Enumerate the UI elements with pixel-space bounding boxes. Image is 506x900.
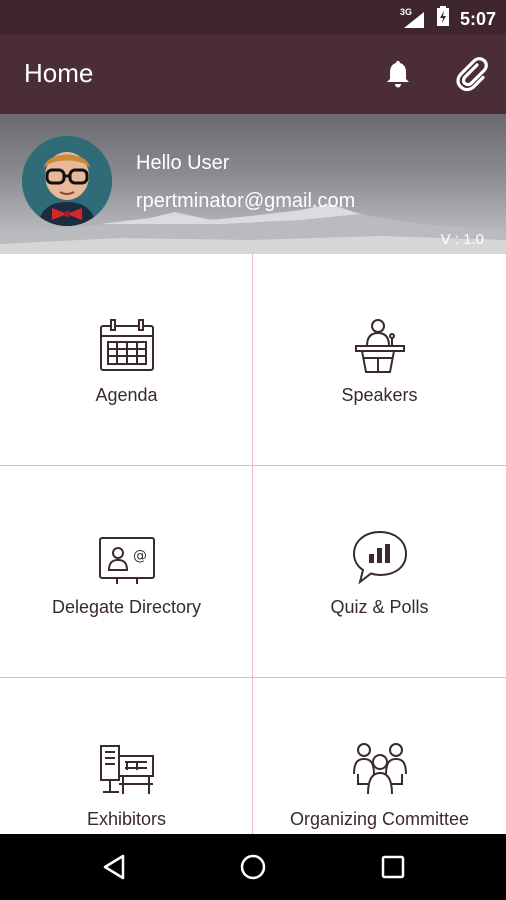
menu-item-exhibitors[interactable]: Exhibitors (0, 678, 253, 834)
battery-icon (436, 6, 450, 31)
contact-card-icon: @ (98, 537, 155, 584)
group-people-icon (352, 743, 407, 795)
profile-header: Hello User rpertminator@gmail.com V : 1.… (0, 114, 506, 254)
grid-divider (252, 254, 253, 834)
notifications-button[interactable] (378, 54, 418, 94)
menu-item-quiz-polls[interactable]: Quiz & Polls (253, 466, 506, 678)
network-signal-icon: 3G (400, 7, 426, 29)
paperclip-icon (456, 57, 488, 92)
menu-item-speakers[interactable]: Speakers (253, 254, 506, 466)
recents-button[interactable] (373, 847, 413, 887)
menu-item-agenda[interactable]: Agenda (0, 254, 253, 466)
exhibitor-booth-icon (99, 745, 154, 794)
user-photo (22, 136, 112, 226)
menu-item-label: Exhibitors (86, 809, 167, 829)
menu-item-label: Quiz & Polls (330, 597, 429, 617)
bell-icon (387, 61, 409, 88)
menu-grid: Agenda Speakers @ Delegate Directory Qui… (0, 254, 506, 834)
avatar[interactable] (22, 136, 112, 226)
user-email: rpertminator@gmail.com (136, 190, 356, 212)
system-nav-bar (0, 834, 506, 900)
menu-item-organizing-committee[interactable]: Organizing Committee (253, 678, 506, 834)
page-title: Home (24, 58, 94, 88)
podium-speaker-icon (354, 319, 405, 373)
menu-item-label: Delegate Directory (51, 597, 202, 617)
back-button[interactable] (94, 847, 134, 887)
app-version: V : 1.0 (440, 231, 484, 248)
calendar-icon (99, 319, 154, 371)
status-bar: 3G 5:07 (0, 0, 506, 34)
home-button[interactable] (233, 847, 273, 887)
grid-divider (0, 465, 506, 466)
greeting-text: Hello User (136, 152, 230, 174)
home-icon (240, 854, 266, 880)
app-bar: Home (0, 34, 506, 114)
status-time: 5:07 (459, 8, 496, 29)
back-icon (103, 854, 125, 880)
recents-icon (381, 855, 405, 879)
menu-item-label: Organizing Committee (289, 809, 470, 829)
svg-text:@: @ (133, 548, 147, 564)
attachments-button[interactable] (452, 54, 492, 94)
chat-bar-chart-icon (352, 530, 407, 585)
grid-divider (0, 677, 506, 678)
status-icons: 3G 5:07 (400, 6, 496, 31)
menu-item-delegate-directory[interactable]: @ Delegate Directory (0, 466, 253, 678)
menu-item-label: Agenda (95, 385, 158, 405)
menu-item-label: Speakers (341, 385, 418, 405)
